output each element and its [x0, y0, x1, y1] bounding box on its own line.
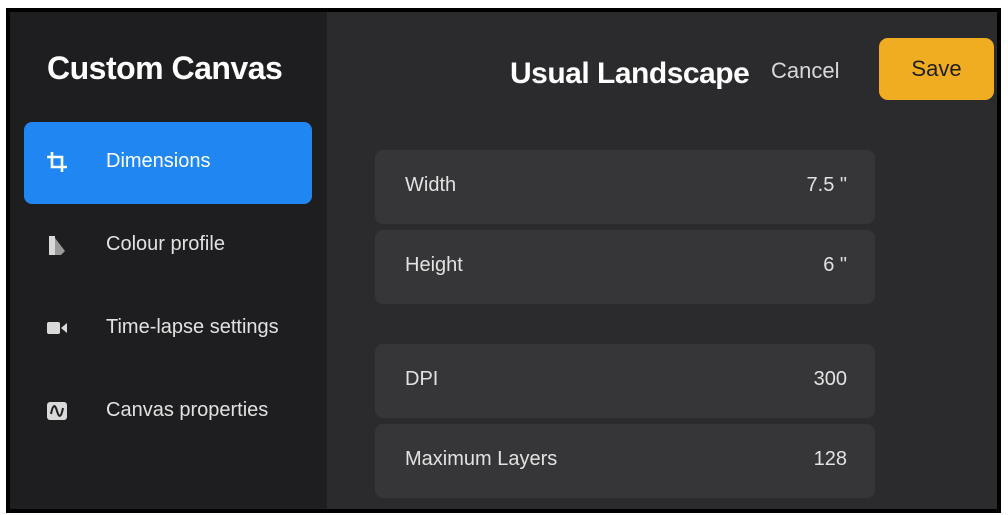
page-title: Usual Landscape	[510, 57, 750, 90]
sidebar-title: Custom Canvas	[47, 50, 283, 86]
width-label: Width	[405, 174, 457, 196]
sidebar-item-label: Canvas properties	[106, 399, 269, 421]
custom-canvas-dialog: Custom Canvas Dimensions Colour profile …	[10, 12, 997, 509]
sidebar-item-time-lapse-settings[interactable]: Time-lapse settings	[24, 288, 312, 370]
maximum-layers-label: Maximum Layers	[405, 448, 558, 470]
sidebar-item-label: Colour profile	[106, 233, 225, 255]
sidebar: Custom Canvas Dimensions Colour profile …	[10, 12, 327, 509]
colour-profile-icon	[46, 234, 68, 256]
width-row[interactable]: Width 7.5 "	[375, 150, 875, 224]
sidebar-item-label: Time-lapse settings	[106, 316, 279, 338]
height-label: Height	[405, 254, 463, 276]
sidebar-item-dimensions[interactable]: Dimensions	[24, 122, 312, 204]
height-value[interactable]: 6 "	[823, 254, 847, 277]
crop-icon	[46, 151, 68, 173]
sidebar-item-label: Dimensions	[106, 150, 211, 172]
dpi-label: DPI	[405, 368, 439, 390]
screenshot-frame: Custom Canvas Dimensions Colour profile …	[6, 8, 1001, 513]
sidebar-item-canvas-properties[interactable]: Canvas properties	[24, 371, 312, 453]
canvas-properties-icon	[46, 400, 68, 422]
sidebar-item-colour-profile[interactable]: Colour profile	[24, 205, 312, 287]
maximum-layers-value: 128	[813, 448, 847, 470]
dpi-value[interactable]: 300	[814, 368, 847, 391]
video-camera-icon	[46, 317, 68, 339]
maximum-layers-row[interactable]: Maximum Layers 128	[375, 424, 875, 498]
width-value[interactable]: 7.5 "	[807, 174, 847, 197]
cancel-button[interactable]: Cancel	[771, 58, 839, 84]
dpi-row[interactable]: DPI 300	[375, 344, 875, 418]
height-row[interactable]: Height 6 "	[375, 230, 875, 304]
save-button[interactable]: Save	[879, 38, 994, 100]
